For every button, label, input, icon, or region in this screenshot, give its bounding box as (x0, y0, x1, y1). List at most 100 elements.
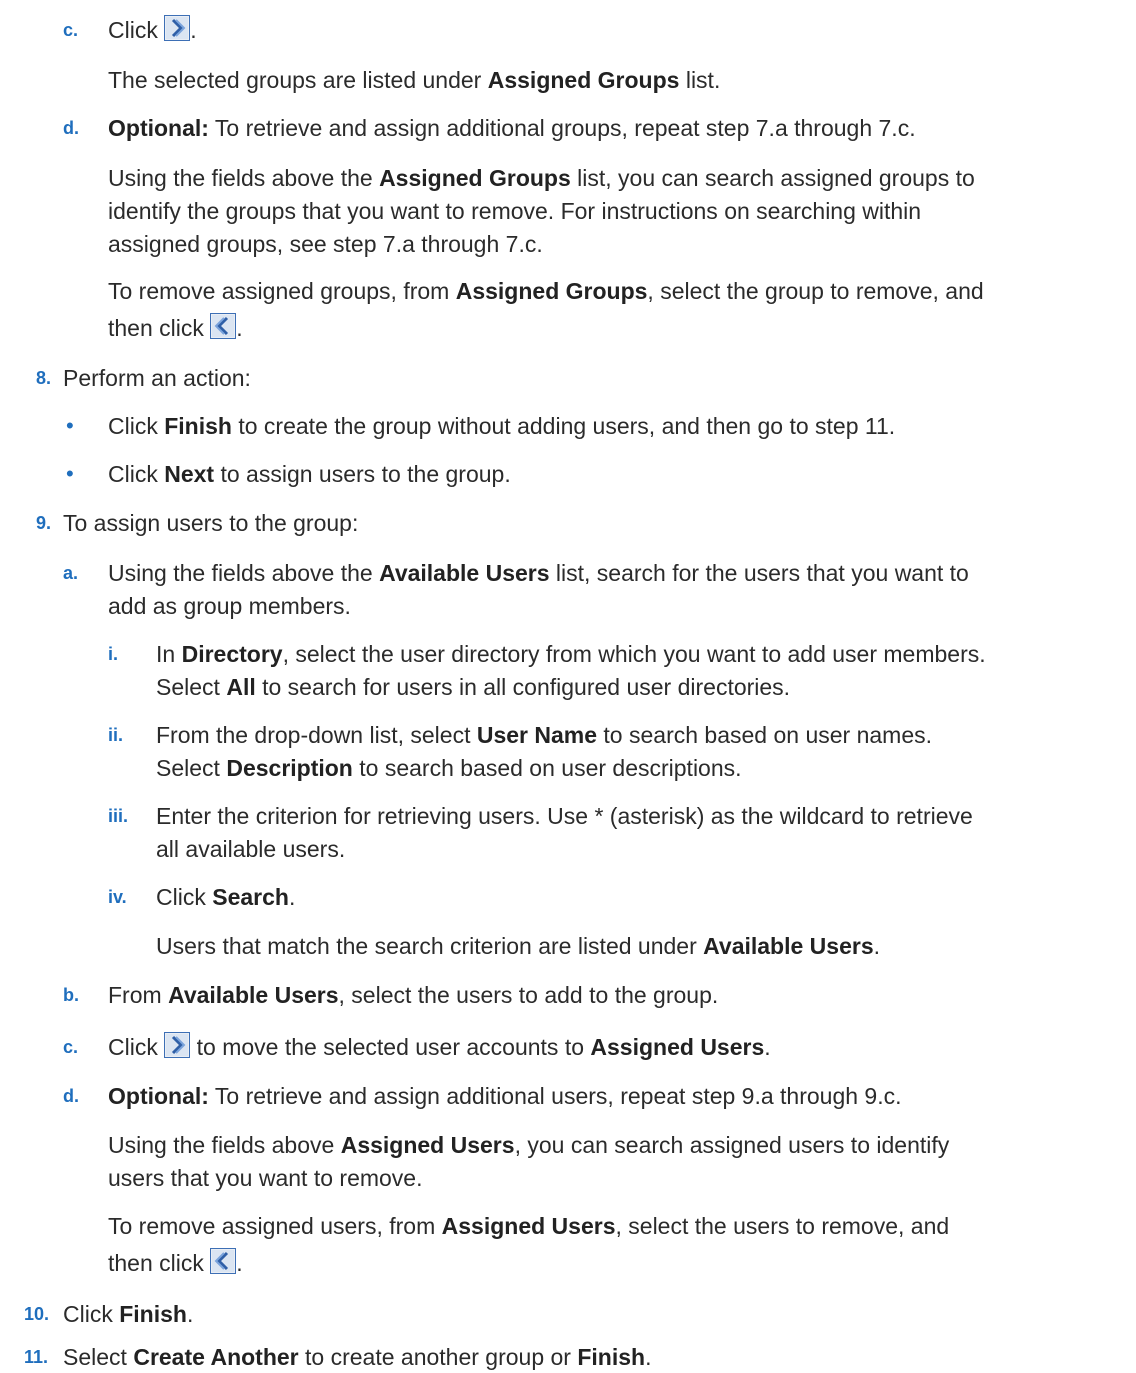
text: Select (156, 755, 220, 781)
text: The selected groups are listed under (108, 67, 482, 93)
ui-term: Finish (164, 413, 232, 439)
text: Using the fields above (108, 1132, 335, 1158)
paragraph-line: then click . (108, 312, 243, 344)
text: then click (108, 315, 204, 341)
step-marker: ii. (108, 725, 124, 745)
move-right-icon[interactable] (164, 15, 191, 41)
text: to search for users in all configured us… (262, 674, 791, 700)
step-marker: 10. (24, 1304, 50, 1324)
text: , you can search assigned users to ident… (514, 1132, 950, 1158)
text: Select (63, 1344, 127, 1370)
step-10-line: Click Finish. (63, 1298, 193, 1330)
step-9aii-line: From the drop-down list, select User Nam… (156, 719, 932, 751)
step-marker: a. (63, 563, 79, 583)
text: , select the users to remove, and (615, 1213, 950, 1239)
text: to create the group without adding users… (238, 413, 896, 439)
text: to move the selected user accounts to (196, 1034, 585, 1060)
step-9ai-line: In Directory, select the user directory … (156, 638, 986, 670)
paragraph-line: assigned groups, see step 7.a through 7.… (108, 231, 543, 257)
paragraph-line: Select Description to search based on us… (156, 752, 742, 784)
ui-term: Directory (181, 641, 283, 667)
text: to search based on user descriptions. (359, 755, 742, 781)
text: Click (108, 1034, 158, 1060)
text: list, search for the users that you want… (555, 560, 969, 586)
text: To retrieve and assign additional users,… (214, 1083, 902, 1109)
text: . (645, 1344, 652, 1370)
paragraph: Users that match the search criterion ar… (156, 930, 880, 962)
paragraph: Using the fields above Assigned Users, y… (108, 1129, 949, 1161)
text: , select the group to remove, and (647, 278, 984, 304)
paragraph: To remove assigned users, from Assigned … (108, 1210, 949, 1242)
step-marker: iv. (108, 887, 127, 907)
text: To remove assigned groups, from (108, 278, 450, 304)
step-9c-line: Click to move the selected user accounts… (108, 1031, 771, 1063)
text: to search based on user names. (603, 722, 933, 748)
move-left-icon[interactable] (210, 1248, 237, 1274)
ui-term: Finish (577, 1344, 646, 1370)
text: . (236, 1250, 243, 1276)
step-marker: d. (63, 1086, 79, 1106)
bullet: • (66, 461, 74, 486)
step-marker: c. (63, 20, 79, 40)
text: Click (108, 413, 158, 439)
text: . (764, 1034, 771, 1060)
text: Select (156, 674, 220, 700)
text: From (108, 982, 162, 1008)
step-7d-line: Optional: To retrieve and assign additio… (108, 112, 916, 144)
ui-term: Assigned Users (441, 1213, 616, 1239)
text: In (156, 641, 176, 667)
ui-term: Available Users (703, 933, 874, 959)
optional-label: Optional: (108, 1083, 209, 1109)
ui-term: Assigned Groups (487, 67, 680, 93)
paragraph-line: Select All to search for users in all co… (156, 671, 790, 703)
move-right-icon[interactable] (164, 1032, 191, 1058)
bullet: • (66, 413, 74, 438)
text: . (186, 1301, 194, 1327)
bullet-item: Click Next to assign users to the group. (108, 458, 511, 490)
ui-term: Available Users (379, 560, 550, 586)
paragraph-line: identify the groups that you want to rem… (108, 198, 922, 224)
paragraph-line: add as group members. (108, 593, 351, 619)
step-9d-line: Optional: To retrieve and assign additio… (108, 1080, 902, 1112)
text: Using the fields above the (108, 560, 373, 586)
text: list, you can search assigned groups to (577, 165, 975, 191)
ui-term: Assigned Users (340, 1132, 515, 1158)
ui-term: Description (226, 755, 353, 781)
ui-term: All (226, 674, 256, 700)
text: to assign users to the group. (220, 461, 511, 487)
step-marker: 9. (36, 513, 52, 533)
text: to create another group or (305, 1344, 571, 1370)
step-marker: i. (108, 644, 119, 664)
ui-term: Assigned Groups (455, 278, 648, 304)
step-marker: 8. (36, 368, 52, 388)
ui-term: Assigned Groups (379, 165, 571, 191)
ui-term: Next (164, 461, 215, 487)
ui-term: Search (212, 884, 289, 910)
bullet-item: Click Finish to create the group without… (108, 410, 895, 442)
text: Click (63, 1301, 113, 1327)
move-left-icon[interactable] (210, 313, 237, 339)
text: Click (108, 461, 158, 487)
step-marker: iii. (108, 806, 129, 826)
step-marker: d. (63, 118, 79, 138)
step-8-line: Perform an action: (63, 365, 251, 391)
text: , select the user directory from which y… (282, 641, 986, 667)
ui-term: Available Users (168, 982, 339, 1008)
text: To remove assigned users, from (108, 1213, 436, 1239)
text: list. (685, 67, 721, 93)
step-9-line: To assign users to the group: (63, 510, 359, 536)
text: . (236, 315, 243, 341)
text: then click (108, 1250, 204, 1276)
step-9aiii-line: Enter the criterion for retrieving users… (156, 803, 973, 829)
step-text: . (190, 17, 197, 43)
paragraph-line: then click . (108, 1247, 243, 1279)
ui-term: Create Another (133, 1344, 299, 1370)
text: Using the fields above the (108, 165, 373, 191)
paragraph-line: users that you want to remove. (108, 1165, 423, 1191)
text: . (288, 884, 296, 910)
step-9a-line: Using the fields above the Available Use… (108, 557, 969, 589)
paragraph: To remove assigned groups, from Assigned… (108, 275, 984, 307)
text: To retrieve and assign additional groups… (214, 115, 916, 141)
text: From the drop-down list, select (156, 722, 471, 748)
paragraph: Using the fields above the Assigned Grou… (108, 162, 975, 194)
